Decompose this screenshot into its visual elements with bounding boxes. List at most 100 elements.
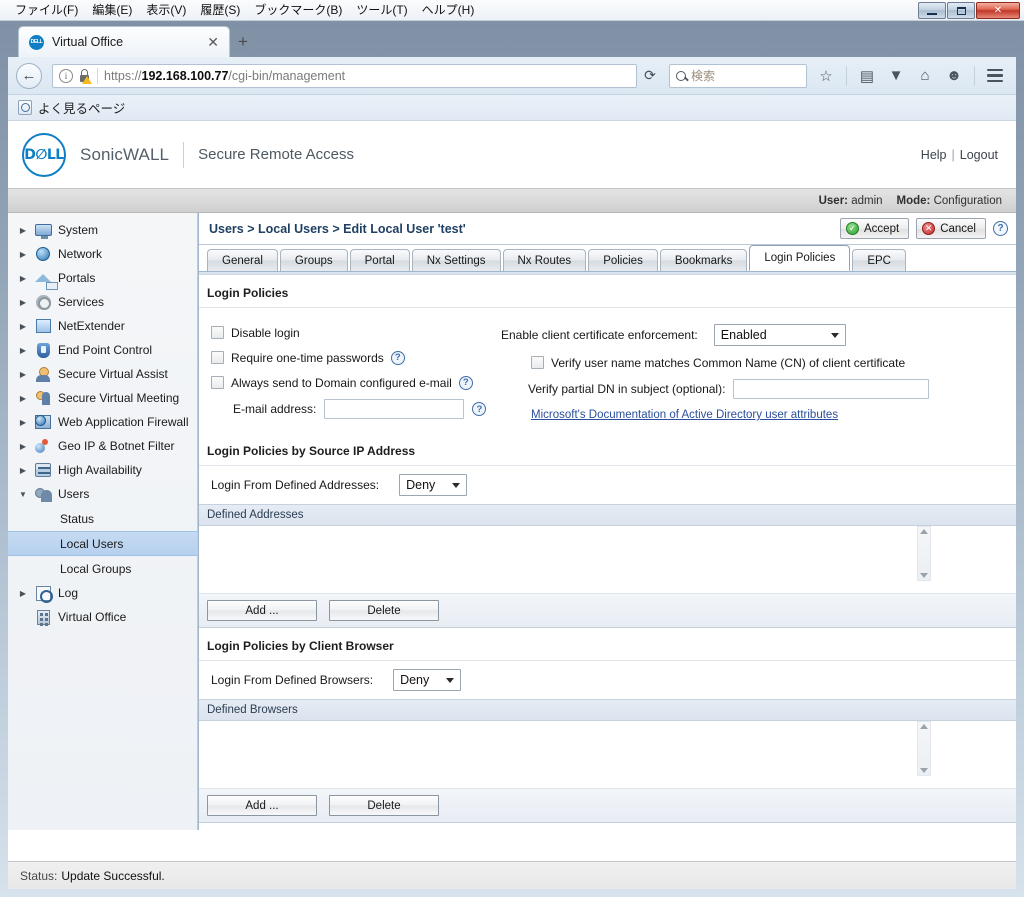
sidebar-item-virtual-office[interactable]: Virtual Office: [8, 605, 197, 629]
always-send-domain-email-checkbox[interactable]: [211, 376, 224, 389]
close-icon[interactable]: ✕: [203, 35, 223, 49]
scroll-up-icon[interactable]: [920, 529, 928, 534]
tab-portal[interactable]: Portal: [349, 249, 410, 271]
help-link[interactable]: Help: [921, 148, 947, 162]
help-icon[interactable]: ?: [472, 402, 487, 416]
sidebar-item-geo-ip-botnet-filter[interactable]: ▶ Geo IP & Botnet Filter: [8, 434, 197, 458]
search-box[interactable]: 検索: [669, 63, 807, 88]
sidebar-item-users[interactable]: ▼ Users: [8, 482, 197, 506]
person-headset-icon: [34, 365, 52, 383]
scroll-up-icon[interactable]: [920, 724, 928, 729]
sidebar-item-netextender[interactable]: ▶ NetExtender: [8, 314, 197, 338]
help-icon[interactable]: ?: [458, 375, 473, 390]
menu-history[interactable]: 履歴(S): [193, 0, 247, 20]
sidebar-item-local-groups[interactable]: Local Groups: [8, 556, 197, 581]
sidebar-item-high-availability[interactable]: ▶ High Availability: [8, 458, 197, 482]
star-icon[interactable]: ☆: [813, 63, 839, 89]
info-icon[interactable]: i: [59, 68, 73, 83]
client-cert-enforcement-value: Enabled: [720, 328, 767, 342]
maximize-button[interactable]: [947, 2, 975, 19]
require-otp-checkbox[interactable]: [211, 351, 224, 364]
sidebar-item-end-point-control[interactable]: ▶ End Point Control: [8, 338, 197, 362]
menu-bookmarks[interactable]: ブックマーク(B): [247, 0, 349, 20]
verify-partial-dn-input[interactable]: [733, 379, 930, 399]
tab-policies[interactable]: Policies: [588, 249, 658, 271]
address-bar[interactable]: i https://192.168.100.77/cgi-bin/managem…: [52, 63, 637, 88]
tab-groups[interactable]: Groups: [279, 249, 348, 271]
menu-tools[interactable]: ツール(T): [349, 0, 414, 20]
menu-view[interactable]: 表示(V): [139, 0, 193, 20]
tab-general[interactable]: General: [207, 249, 278, 271]
defined-browsers-list[interactable]: [199, 721, 1016, 789]
tab-epc[interactable]: EPC: [852, 249, 906, 271]
house-icon: [34, 269, 58, 290]
menu-icon[interactable]: [982, 63, 1008, 89]
search-input[interactable]: 検索: [691, 67, 715, 84]
tab-login-policies[interactable]: Login Policies: [749, 245, 851, 271]
tab-nx-routes[interactable]: Nx Routes: [502, 249, 587, 271]
section-title-login-policies: Login Policies: [199, 275, 1016, 308]
verify-cn-checkbox[interactable]: [531, 356, 544, 369]
lock-warning-icon[interactable]: [77, 68, 92, 84]
add-browser-button[interactable]: Add ...: [207, 795, 317, 816]
accept-button[interactable]: ✓ Accept: [840, 218, 910, 239]
login-from-defined-addresses-select[interactable]: Deny: [399, 474, 468, 496]
tab-bookmarks[interactable]: Bookmarks: [659, 249, 748, 271]
cancel-button[interactable]: ✕ Cancel: [916, 218, 986, 239]
disable-login-checkbox[interactable]: [211, 326, 224, 339]
pocket-icon[interactable]: ▼: [883, 63, 909, 89]
help-icon[interactable]: ?: [993, 221, 1008, 236]
scroll-down-icon[interactable]: [920, 768, 928, 773]
log-icon: [34, 584, 53, 603]
address-bar-url: https://192.168.100.77/cgi-bin/managemen…: [104, 69, 345, 83]
scrollbar-vertical[interactable]: [917, 526, 931, 581]
scroll-down-icon[interactable]: [920, 573, 928, 578]
delete-address-button[interactable]: Delete: [329, 600, 439, 621]
delete-browser-button[interactable]: Delete: [329, 795, 439, 816]
menu-edit[interactable]: 編集(E): [85, 0, 139, 20]
scrollbar-vertical[interactable]: [917, 721, 931, 776]
bookmark-most-visited[interactable]: よく見るページ: [38, 98, 125, 117]
add-address-button[interactable]: Add ...: [207, 600, 317, 621]
logout-link[interactable]: Logout: [960, 148, 998, 162]
chevron-right-icon: ▶: [19, 249, 27, 259]
tab-nx-settings[interactable]: Nx Settings: [411, 249, 501, 271]
require-otp-row[interactable]: Require one-time passwords ?: [211, 345, 499, 370]
defined-addresses-list[interactable]: [199, 526, 1016, 594]
always-send-domain-email-row[interactable]: Always send to Domain configured e-mail …: [211, 370, 499, 395]
client-cert-enforcement-select[interactable]: Enabled: [713, 324, 846, 346]
reader-list-icon[interactable]: ▤: [854, 63, 880, 89]
login-from-defined-browsers-select[interactable]: Deny: [393, 669, 462, 691]
sidebar-item-network[interactable]: ▶ Network: [8, 242, 197, 266]
menu-help[interactable]: ヘルプ(H): [415, 0, 482, 20]
sidebar-item-label: Users: [58, 487, 90, 501]
url-host: 192.168.100.77: [141, 68, 229, 83]
verify-cn-row[interactable]: Verify user name matches Common Name (CN…: [501, 350, 1016, 375]
sidebar-item-label: Virtual Office: [58, 610, 127, 624]
sidebar-item-secure-virtual-meeting[interactable]: ▶ Secure Virtual Meeting: [8, 386, 197, 410]
disable-login-row[interactable]: Disable login: [211, 320, 499, 345]
sidebar-item-web-application-firewall[interactable]: ▶ Web Application Firewall: [8, 410, 197, 434]
sidebar-item-status[interactable]: Status: [8, 506, 197, 531]
minimize-button[interactable]: [918, 2, 946, 19]
email-address-input[interactable]: [324, 399, 465, 419]
home-icon[interactable]: ⌂: [912, 63, 938, 89]
search-icon: [676, 70, 686, 81]
sidebar-item-local-users[interactable]: Local Users: [8, 531, 197, 556]
sidebar-item-portals[interactable]: ▶ Portals: [8, 266, 197, 290]
reload-button[interactable]: ⟳: [637, 67, 663, 84]
sidebar-item-secure-virtual-assist[interactable]: ▶ Secure Virtual Assist: [8, 362, 197, 386]
browser-tab-virtual-office[interactable]: DELL Virtual Office ✕: [18, 26, 230, 57]
login-policies-left-column: Disable login Require one-time passwords…: [199, 320, 499, 427]
sidebar-item-system[interactable]: ▶ System: [8, 218, 197, 242]
geo-ip-icon: [34, 437, 52, 455]
ms-documentation-link[interactable]: Microsoft's Documentation of Active Dire…: [531, 409, 838, 421]
new-tab-button[interactable]: +: [238, 33, 248, 50]
help-icon[interactable]: ?: [390, 350, 405, 365]
sidebar-item-services[interactable]: ▶ Services: [8, 290, 197, 314]
close-window-button[interactable]: ✕: [976, 2, 1020, 19]
sync-icon[interactable]: ☻: [941, 63, 967, 89]
back-button[interactable]: ←: [16, 62, 42, 89]
menu-file[interactable]: ファイル(F): [8, 0, 85, 20]
sidebar-item-log[interactable]: ▶ Log: [8, 581, 197, 605]
